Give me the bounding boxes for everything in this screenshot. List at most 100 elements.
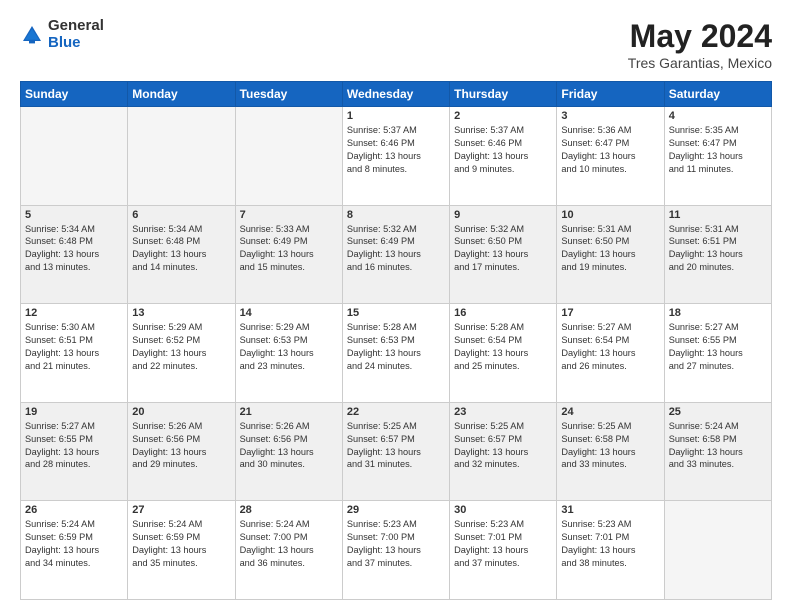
calendar-day-header: Friday <box>557 82 664 107</box>
day-info: Sunrise: 5:26 AM Sunset: 6:56 PM Dayligh… <box>240 420 338 472</box>
calendar-cell: 26 Sunrise: 5:24 AM Sunset: 6:59 PM Dayli… <box>21 501 128 600</box>
day-number: 28 <box>240 504 338 516</box>
calendar-cell: 30 Sunrise: 5:23 AM Sunset: 7:01 PM Dayli… <box>450 501 557 600</box>
day-number: 23 <box>454 406 552 418</box>
calendar-table: SundayMondayTuesdayWednesdayThursdayFrid… <box>20 81 772 600</box>
calendar-cell: 27 Sunrise: 5:24 AM Sunset: 6:59 PM Dayli… <box>128 501 235 600</box>
day-info: Sunrise: 5:31 AM Sunset: 6:51 PM Dayligh… <box>669 223 767 275</box>
day-info: Sunrise: 5:32 AM Sunset: 6:49 PM Dayligh… <box>347 223 445 275</box>
day-info: Sunrise: 5:29 AM Sunset: 6:52 PM Dayligh… <box>132 321 230 373</box>
day-info: Sunrise: 5:32 AM Sunset: 6:50 PM Dayligh… <box>454 223 552 275</box>
day-info: Sunrise: 5:34 AM Sunset: 6:48 PM Dayligh… <box>132 223 230 275</box>
page: General Blue May 2024 Tres Garantias, Me… <box>0 0 792 612</box>
day-number: 22 <box>347 406 445 418</box>
day-number: 10 <box>561 209 659 221</box>
calendar-cell: 20Sunrise: 5:26 AM Sunset: 6:56 PM Dayli… <box>128 402 235 501</box>
calendar-cell: 6Sunrise: 5:34 AM Sunset: 6:48 PM Daylig… <box>128 205 235 304</box>
calendar-cell: 31 Sunrise: 5:23 AM Sunset: 7:01 PM Dayli… <box>557 501 664 600</box>
calendar-week-row: 5Sunrise: 5:34 AM Sunset: 6:48 PM Daylig… <box>21 205 772 304</box>
calendar-cell: 1Sunrise: 5:37 AM Sunset: 6:46 PM Daylig… <box>342 107 449 206</box>
day-info: Sunrise: 5:24 AM Sunset: 7:00 PM Dayligh… <box>240 518 338 570</box>
day-info: Sunrise: 5:31 AM Sunset: 6:50 PM Dayligh… <box>561 223 659 275</box>
day-number: 26 <box>25 504 123 516</box>
day-number: 17 <box>561 307 659 319</box>
day-number: 15 <box>347 307 445 319</box>
day-info: Sunrise: 5:23 AM Sunset: 7:01 PM Dayligh… <box>454 518 552 570</box>
day-number: 16 <box>454 307 552 319</box>
day-info: Sunrise: 5:27 AM Sunset: 6:54 PM Dayligh… <box>561 321 659 373</box>
calendar-cell: 21 Sunrise: 5:26 AM Sunset: 6:56 PM Dayli… <box>235 402 342 501</box>
day-info: Sunrise: 5:26 AM Sunset: 6:56 PM Dayligh… <box>132 420 230 472</box>
calendar-cell <box>21 107 128 206</box>
day-number: 8 <box>347 209 445 221</box>
calendar-cell: 8 Sunrise: 5:32 AM Sunset: 6:49 PM Daylig… <box>342 205 449 304</box>
calendar-cell: 19Sunrise: 5:27 AM Sunset: 6:55 PM Dayli… <box>21 402 128 501</box>
calendar-header-row: SundayMondayTuesdayWednesdayThursdayFrid… <box>21 82 772 107</box>
day-info: Sunrise: 5:23 AM Sunset: 7:00 PM Dayligh… <box>347 518 445 570</box>
calendar-cell: 29 Sunrise: 5:23 AM Sunset: 7:00 PM Dayli… <box>342 501 449 600</box>
calendar-day-header: Saturday <box>664 82 771 107</box>
day-number: 18 <box>669 307 767 319</box>
day-info: Sunrise: 5:25 AM Sunset: 6:57 PM Dayligh… <box>347 420 445 472</box>
calendar-cell: 25Sunrise: 5:24 AM Sunset: 6:58 PM Dayli… <box>664 402 771 501</box>
calendar-cell: 23 Sunrise: 5:25 AM Sunset: 6:57 PM Dayli… <box>450 402 557 501</box>
day-info: Sunrise: 5:37 AM Sunset: 6:46 PM Dayligh… <box>347 124 445 176</box>
header: General Blue May 2024 Tres Garantias, Me… <box>20 18 772 71</box>
day-number: 27 <box>132 504 230 516</box>
calendar-cell: 24 Sunrise: 5:25 AM Sunset: 6:58 PM Dayli… <box>557 402 664 501</box>
calendar-cell <box>664 501 771 600</box>
day-info: Sunrise: 5:37 AM Sunset: 6:46 PM Dayligh… <box>454 124 552 176</box>
calendar-cell: 22 Sunrise: 5:25 AM Sunset: 6:57 PM Dayli… <box>342 402 449 501</box>
day-info: Sunrise: 5:34 AM Sunset: 6:48 PM Dayligh… <box>25 223 123 275</box>
calendar-week-row: 12 Sunrise: 5:30 AM Sunset: 6:51 PM Dayli… <box>21 304 772 403</box>
day-number: 4 <box>669 110 767 122</box>
day-number: 29 <box>347 504 445 516</box>
day-info: Sunrise: 5:25 AM Sunset: 6:57 PM Dayligh… <box>454 420 552 472</box>
calendar-day-header: Thursday <box>450 82 557 107</box>
day-number: 7 <box>240 209 338 221</box>
calendar-day-header: Sunday <box>21 82 128 107</box>
day-number: 11 <box>669 209 767 221</box>
day-number: 13 <box>132 307 230 319</box>
calendar-cell: 12 Sunrise: 5:30 AM Sunset: 6:51 PM Dayli… <box>21 304 128 403</box>
day-info: Sunrise: 5:28 AM Sunset: 6:53 PM Dayligh… <box>347 321 445 373</box>
title-month: May 2024 <box>628 18 772 55</box>
logo-general: General <box>48 18 104 35</box>
day-number: 3 <box>561 110 659 122</box>
title-location: Tres Garantias, Mexico <box>628 55 772 71</box>
day-number: 31 <box>561 504 659 516</box>
calendar-week-row: 19Sunrise: 5:27 AM Sunset: 6:55 PM Dayli… <box>21 402 772 501</box>
calendar-cell <box>235 107 342 206</box>
day-number: 25 <box>669 406 767 418</box>
calendar-cell: 18 Sunrise: 5:27 AM Sunset: 6:55 PM Dayli… <box>664 304 771 403</box>
calendar-day-header: Tuesday <box>235 82 342 107</box>
day-number: 24 <box>561 406 659 418</box>
day-number: 12 <box>25 307 123 319</box>
calendar-cell: 3 Sunrise: 5:36 AM Sunset: 6:47 PM Daylig… <box>557 107 664 206</box>
day-info: Sunrise: 5:24 AM Sunset: 6:59 PM Dayligh… <box>132 518 230 570</box>
calendar-cell: 14Sunrise: 5:29 AM Sunset: 6:53 PM Dayli… <box>235 304 342 403</box>
day-info: Sunrise: 5:30 AM Sunset: 6:51 PM Dayligh… <box>25 321 123 373</box>
day-number: 21 <box>240 406 338 418</box>
calendar-cell: 5Sunrise: 5:34 AM Sunset: 6:48 PM Daylig… <box>21 205 128 304</box>
logo-icon <box>20 23 44 47</box>
day-info: Sunrise: 5:33 AM Sunset: 6:49 PM Dayligh… <box>240 223 338 275</box>
day-info: Sunrise: 5:36 AM Sunset: 6:47 PM Dayligh… <box>561 124 659 176</box>
day-info: Sunrise: 5:27 AM Sunset: 6:55 PM Dayligh… <box>669 321 767 373</box>
day-number: 14 <box>240 307 338 319</box>
calendar-cell: 15 Sunrise: 5:28 AM Sunset: 6:53 PM Dayli… <box>342 304 449 403</box>
day-number: 2 <box>454 110 552 122</box>
day-info: Sunrise: 5:35 AM Sunset: 6:47 PM Dayligh… <box>669 124 767 176</box>
logo-text: General Blue <box>48 18 104 51</box>
logo: General Blue <box>20 18 104 51</box>
calendar-cell: 4 Sunrise: 5:35 AM Sunset: 6:47 PM Daylig… <box>664 107 771 206</box>
day-info: Sunrise: 5:28 AM Sunset: 6:54 PM Dayligh… <box>454 321 552 373</box>
day-number: 19 <box>25 406 123 418</box>
day-info: Sunrise: 5:24 AM Sunset: 6:59 PM Dayligh… <box>25 518 123 570</box>
calendar-cell: 7 Sunrise: 5:33 AM Sunset: 6:49 PM Daylig… <box>235 205 342 304</box>
day-info: Sunrise: 5:25 AM Sunset: 6:58 PM Dayligh… <box>561 420 659 472</box>
day-info: Sunrise: 5:23 AM Sunset: 7:01 PM Dayligh… <box>561 518 659 570</box>
day-number: 30 <box>454 504 552 516</box>
calendar-cell: 28 Sunrise: 5:24 AM Sunset: 7:00 PM Dayli… <box>235 501 342 600</box>
day-number: 9 <box>454 209 552 221</box>
